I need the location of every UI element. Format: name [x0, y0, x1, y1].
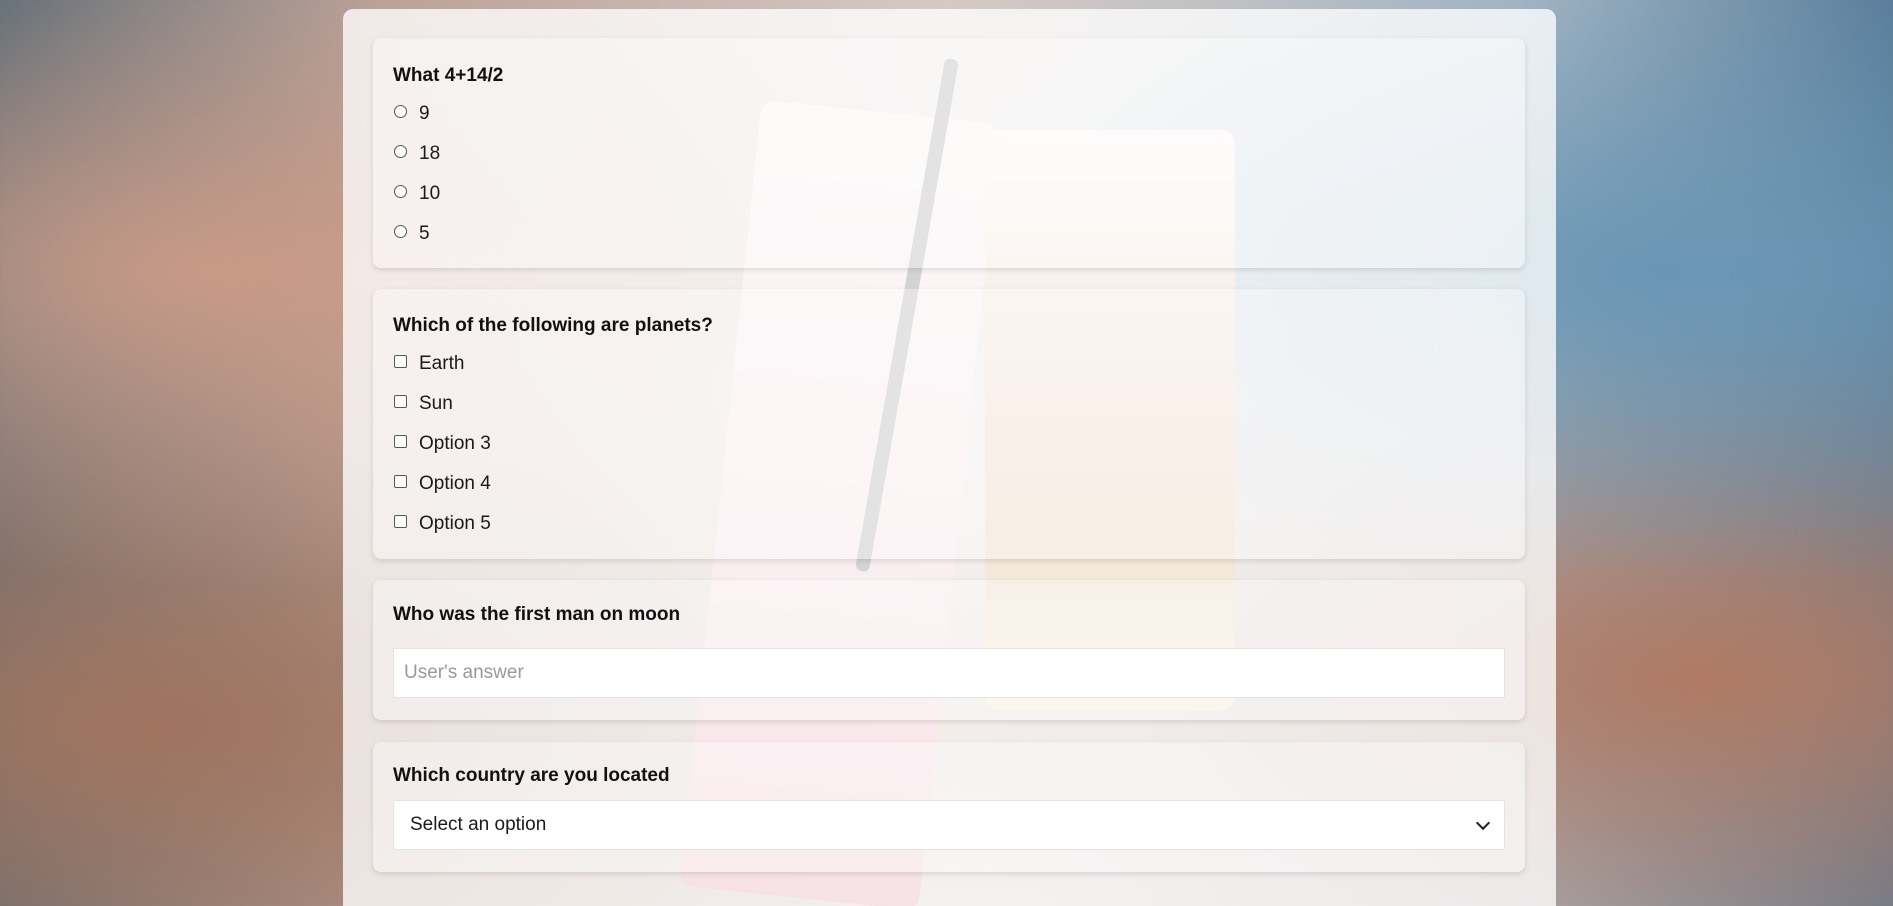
option-label: Earth — [419, 353, 465, 374]
radio-button[interactable] — [394, 144, 407, 158]
question-title: Which country are you located — [393, 765, 670, 786]
option-label: Option 5 — [419, 513, 491, 534]
question-card-2: Which of the following are planets? Eart… — [373, 289, 1525, 559]
option-label: Option 4 — [419, 473, 491, 494]
checkbox[interactable] — [394, 354, 407, 368]
question-title: Which of the following are planets? — [393, 315, 713, 336]
radio-option-9[interactable]: 9 — [393, 103, 430, 125]
question-card-4: Which country are you located Select an … — [373, 742, 1525, 872]
checkbox[interactable] — [394, 434, 407, 448]
option-label: 10 — [419, 183, 441, 204]
radio-button[interactable] — [394, 104, 407, 118]
checkbox[interactable] — [394, 474, 407, 488]
checkbox-option-5[interactable]: Option 5 — [393, 513, 491, 535]
checkbox[interactable] — [394, 514, 407, 528]
radio-option-5[interactable]: 5 — [393, 223, 430, 245]
option-label: 18 — [419, 143, 441, 164]
question-card-1: What 4+14/2 9 18 10 5 — [373, 38, 1525, 268]
answer-input-placeholder: User's answer — [404, 662, 524, 683]
option-label: 9 — [419, 103, 430, 124]
option-label: 5 — [419, 223, 430, 244]
checkbox[interactable] — [394, 394, 407, 408]
chevron-down-icon — [1475, 815, 1491, 830]
radio-button[interactable] — [394, 224, 407, 238]
option-label: Option 3 — [419, 433, 491, 454]
country-select[interactable]: Select an option — [393, 800, 1505, 850]
checkbox-option-earth[interactable]: Earth — [393, 353, 464, 375]
question-card-3: Who was the first man on moon User's ans… — [373, 580, 1525, 720]
answer-input[interactable]: User's answer — [393, 648, 1505, 698]
radio-option-10[interactable]: 10 — [393, 183, 440, 205]
option-label: Sun — [419, 393, 453, 414]
question-title: What 4+14/2 — [393, 65, 504, 86]
checkbox-option-sun[interactable]: Sun — [393, 393, 453, 415]
radio-option-18[interactable]: 18 — [393, 143, 440, 165]
checkbox-option-4[interactable]: Option 4 — [393, 473, 491, 495]
radio-button[interactable] — [394, 184, 407, 198]
question-title: Who was the first man on moon — [393, 604, 681, 625]
select-value: Select an option — [410, 814, 547, 835]
checkbox-option-3[interactable]: Option 3 — [393, 433, 491, 455]
